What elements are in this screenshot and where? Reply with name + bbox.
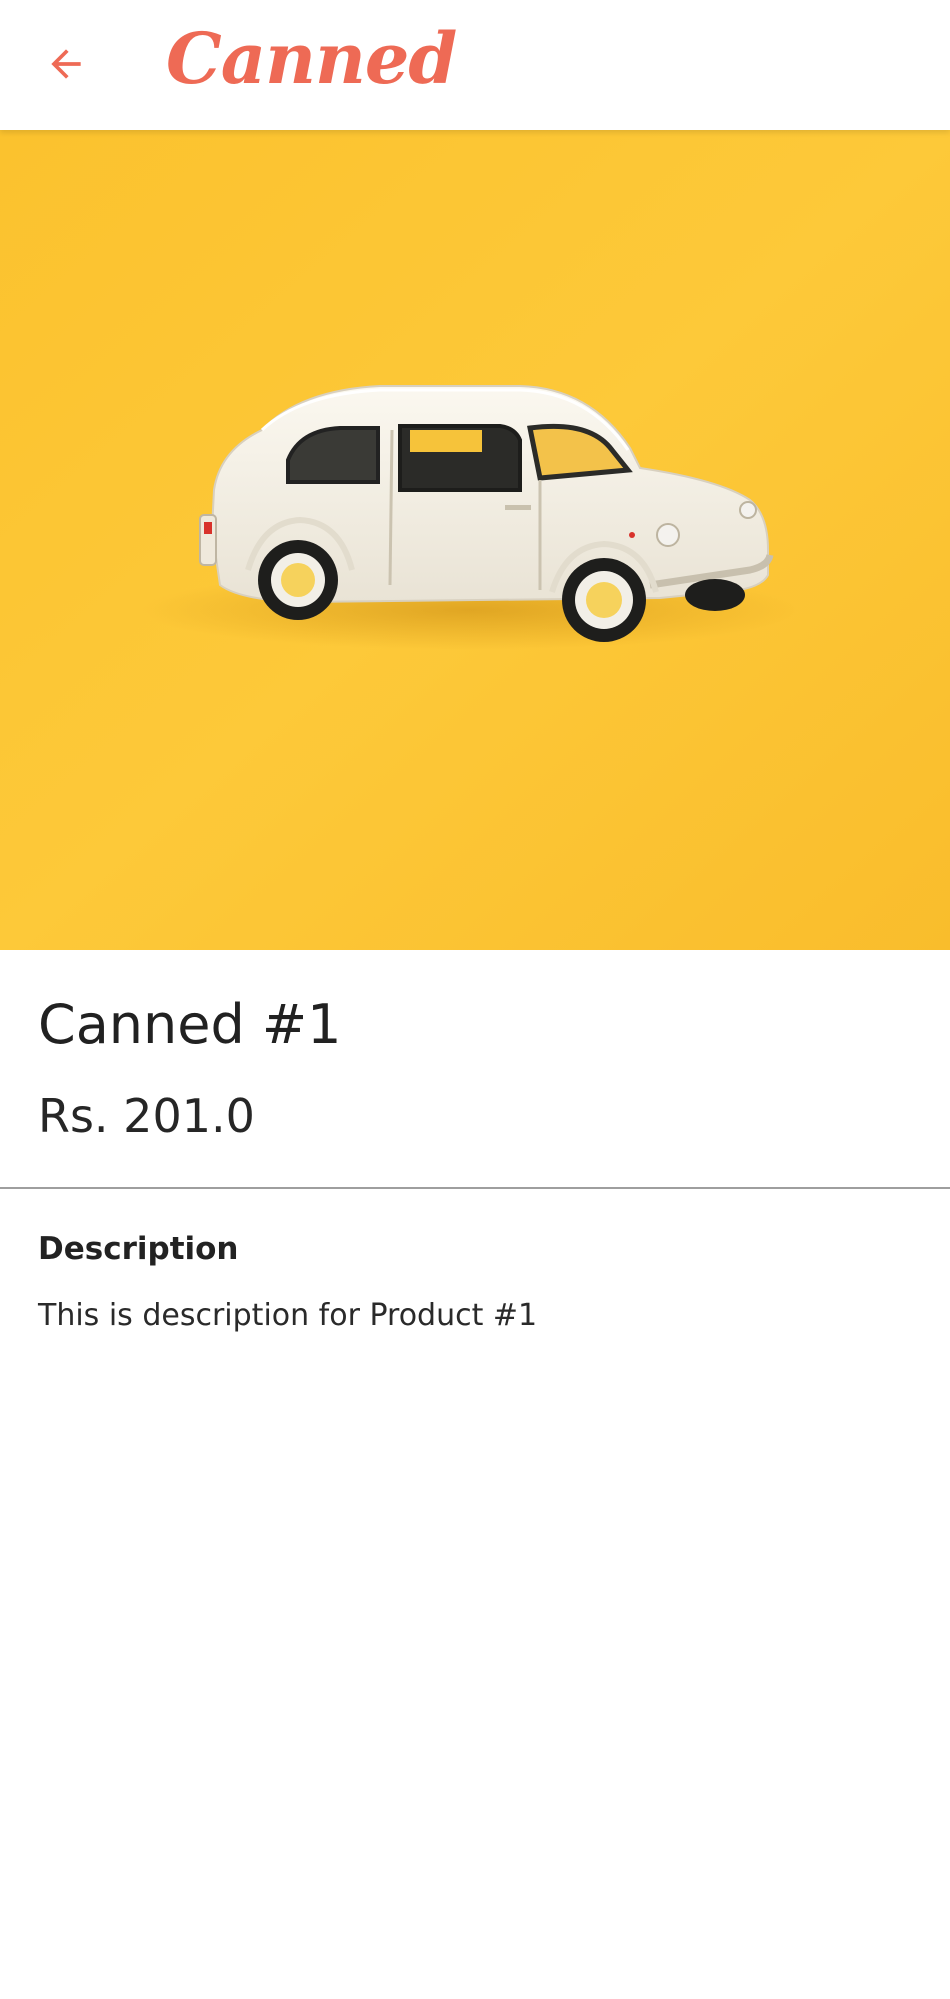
back-button[interactable] [36, 34, 96, 94]
description-heading: Description [38, 1231, 239, 1267]
app-title: Canned [166, 17, 457, 100]
product-image [0, 130, 950, 950]
arrow-left-icon [51, 49, 81, 79]
toy-car-photo [0, 130, 950, 950]
app-bar: Canned [0, 0, 950, 130]
divider [0, 1187, 950, 1189]
description-text: This is description for Product #1 [38, 1298, 538, 1333]
product-price: Rs. 201.0 [38, 1089, 255, 1143]
product-name: Canned #1 [38, 993, 342, 1056]
product-detail-screen: Canned Canned #1 Rs. 201.0 Description T… [0, 0, 950, 1999]
